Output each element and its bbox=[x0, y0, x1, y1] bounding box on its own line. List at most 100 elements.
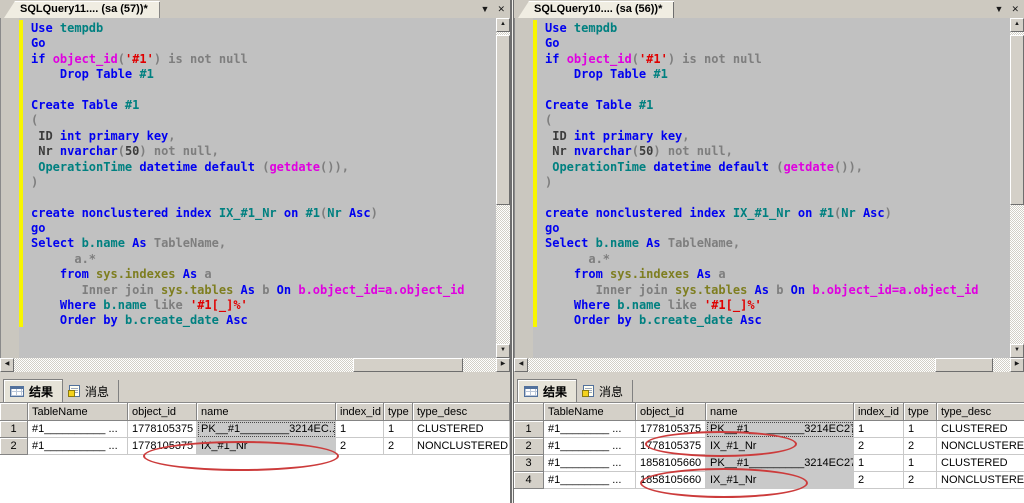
vertical-scroll-thumb[interactable] bbox=[496, 35, 510, 205]
column-header[interactable]: type_desc bbox=[937, 403, 1024, 421]
grid-cell[interactable]: 1778105375 bbox=[128, 438, 197, 455]
code-token: Inner join bbox=[31, 283, 161, 297]
code-line: Go bbox=[545, 36, 979, 51]
tab-close-icon[interactable]: ✕ bbox=[1011, 3, 1019, 15]
grid-cell[interactable]: IX_#1_Nr bbox=[706, 438, 854, 455]
tab-messages[interactable]: 消息 bbox=[577, 380, 633, 402]
tab-results[interactable]: 结果 bbox=[517, 379, 577, 402]
column-header[interactable]: index_id bbox=[854, 403, 904, 421]
code-token: create nonclustered index bbox=[545, 206, 733, 220]
vertical-scrollbar[interactable]: ▲ ▼ bbox=[496, 18, 510, 358]
grid-cell[interactable]: 1778105375 bbox=[636, 421, 706, 438]
sql-code[interactable]: Use tempdbGoif object_id('#1') is not nu… bbox=[545, 21, 979, 329]
tab-messages[interactable]: 消息 bbox=[63, 380, 119, 402]
code-token: As bbox=[697, 267, 719, 281]
grid-cell[interactable]: #1__________ ... bbox=[28, 421, 128, 438]
grid-body: 1#1________ ...1778105375PK__#1_________… bbox=[514, 421, 1024, 489]
grid-cell[interactable]: 2 bbox=[336, 438, 384, 455]
horizontal-scroll-thumb[interactable] bbox=[935, 358, 993, 372]
grid-cell[interactable]: NONCLUSTERED bbox=[937, 438, 1024, 455]
grid-cell[interactable]: CLUSTERED bbox=[937, 421, 1024, 438]
grid-cell[interactable]: 2 bbox=[384, 438, 413, 455]
scroll-down-icon[interactable]: ▼ bbox=[496, 344, 510, 358]
grid-cell[interactable]: 2 bbox=[904, 438, 937, 455]
column-header[interactable]: type_desc bbox=[413, 403, 510, 421]
grid-cell[interactable]: 1 bbox=[854, 455, 904, 472]
row-header[interactable]: 3 bbox=[514, 455, 544, 472]
code-token: ( bbox=[31, 113, 38, 127]
results-tab-bar: 结果 消息 bbox=[0, 372, 510, 402]
grid-cell[interactable]: #1________ ... bbox=[544, 455, 636, 472]
row-header[interactable]: 2 bbox=[514, 438, 544, 455]
grid-cell[interactable]: #1__________ ... bbox=[28, 438, 128, 455]
tab-results[interactable]: 结果 bbox=[3, 379, 63, 402]
vertical-scrollbar[interactable]: ▲ ▼ bbox=[1010, 18, 1024, 358]
grid-cell[interactable]: 2 bbox=[854, 438, 904, 455]
grid-cell[interactable]: #1________ ... bbox=[544, 438, 636, 455]
code-token: like bbox=[154, 298, 190, 312]
grid-cell[interactable]: CLUSTERED bbox=[937, 455, 1024, 472]
column-header[interactable]: TableName bbox=[28, 403, 128, 421]
scroll-right-icon[interactable]: ▶ bbox=[496, 358, 510, 372]
code-token: , bbox=[682, 129, 689, 143]
tab-list-dropdown-icon[interactable]: ▼ bbox=[995, 3, 1004, 15]
grid-cell[interactable]: #1________ ... bbox=[544, 421, 636, 438]
grid-corner[interactable] bbox=[0, 403, 28, 421]
code-token: go bbox=[545, 221, 559, 235]
scroll-right-icon[interactable]: ▶ bbox=[1010, 358, 1024, 372]
scroll-up-icon[interactable]: ▲ bbox=[496, 18, 510, 32]
horizontal-scrollbar[interactable]: ◀ ▶ bbox=[514, 358, 1024, 372]
column-header[interactable]: object_id bbox=[128, 403, 197, 421]
code-line: ID int primary key, bbox=[31, 129, 465, 144]
grid-cell[interactable]: IX_#1_Nr bbox=[197, 438, 336, 455]
grid-cell[interactable]: 1778105375 bbox=[636, 438, 706, 455]
horizontal-scrollbar[interactable]: ◀ ▶ bbox=[0, 358, 510, 372]
grid-cell[interactable]: PK__#1_________3214EC276B... bbox=[706, 421, 854, 438]
grid-corner[interactable] bbox=[514, 403, 544, 421]
horizontal-scroll-thumb[interactable] bbox=[353, 358, 463, 372]
grid-cell[interactable]: 1 bbox=[384, 421, 413, 438]
grid-cell[interactable]: 1 bbox=[854, 421, 904, 438]
sql-editor[interactable]: Use tempdbGoif object_id('#1') is not nu… bbox=[514, 18, 1024, 358]
grid-cell[interactable]: 2 bbox=[854, 472, 904, 489]
tab-list-dropdown-icon[interactable]: ▼ bbox=[481, 3, 490, 15]
vertical-scroll-thumb[interactable] bbox=[1010, 35, 1024, 205]
scroll-left-icon[interactable]: ◀ bbox=[514, 358, 528, 372]
grid-cell[interactable]: NONCLUSTERED bbox=[413, 438, 510, 455]
grid-cell[interactable]: 1858105660 bbox=[636, 472, 706, 489]
scroll-up-icon[interactable]: ▲ bbox=[1010, 18, 1024, 32]
column-header[interactable]: type bbox=[384, 403, 413, 421]
document-tab[interactable]: SQLQuery11.... (sa (57))* bbox=[4, 1, 160, 18]
tab-close-icon[interactable]: ✕ bbox=[497, 3, 505, 15]
column-header[interactable]: type bbox=[904, 403, 937, 421]
document-tab[interactable]: SQLQuery10.... (sa (56))* bbox=[518, 1, 674, 18]
grid-cell[interactable]: #1________ ... bbox=[544, 472, 636, 489]
grid-cell[interactable]: 1778105375 bbox=[128, 421, 197, 438]
row-header[interactable]: 1 bbox=[0, 421, 28, 438]
scroll-down-icon[interactable]: ▼ bbox=[1010, 344, 1024, 358]
row-header[interactable]: 1 bbox=[514, 421, 544, 438]
code-line: Use tempdb bbox=[545, 21, 979, 36]
grid-cell[interactable]: 1858105660 bbox=[636, 455, 706, 472]
grid-cell[interactable]: 1 bbox=[336, 421, 384, 438]
sql-code[interactable]: Use tempdbGoif object_id('#1') is not nu… bbox=[31, 21, 465, 329]
grid-cell[interactable]: PK__#1_________3214EC2770... bbox=[706, 455, 854, 472]
grid-cell[interactable]: CLUSTERED bbox=[413, 421, 510, 438]
sql-editor[interactable]: Use tempdbGoif object_id('#1') is not nu… bbox=[0, 18, 510, 358]
column-header[interactable]: index_id bbox=[336, 403, 384, 421]
grid-cell[interactable]: PK__#1________3214EC... bbox=[197, 421, 336, 438]
column-header[interactable]: name bbox=[706, 403, 854, 421]
scroll-left-icon[interactable]: ◀ bbox=[0, 358, 14, 372]
grid-cell[interactable]: NONCLUSTERED bbox=[937, 472, 1024, 489]
grid-cell[interactable]: 1 bbox=[904, 421, 937, 438]
column-header[interactable]: object_id bbox=[636, 403, 706, 421]
row-header[interactable]: 4 bbox=[514, 472, 544, 489]
column-header[interactable]: TableName bbox=[544, 403, 636, 421]
table-row: 1#1________ ...1778105375PK__#1_________… bbox=[514, 421, 1024, 438]
column-header[interactable]: name bbox=[197, 403, 336, 421]
grid-cell[interactable]: 1 bbox=[904, 455, 937, 472]
grid-cell[interactable]: 2 bbox=[904, 472, 937, 489]
grid-cell[interactable]: IX_#1_Nr bbox=[706, 472, 854, 489]
code-token: On bbox=[277, 283, 299, 297]
row-header[interactable]: 2 bbox=[0, 438, 28, 455]
